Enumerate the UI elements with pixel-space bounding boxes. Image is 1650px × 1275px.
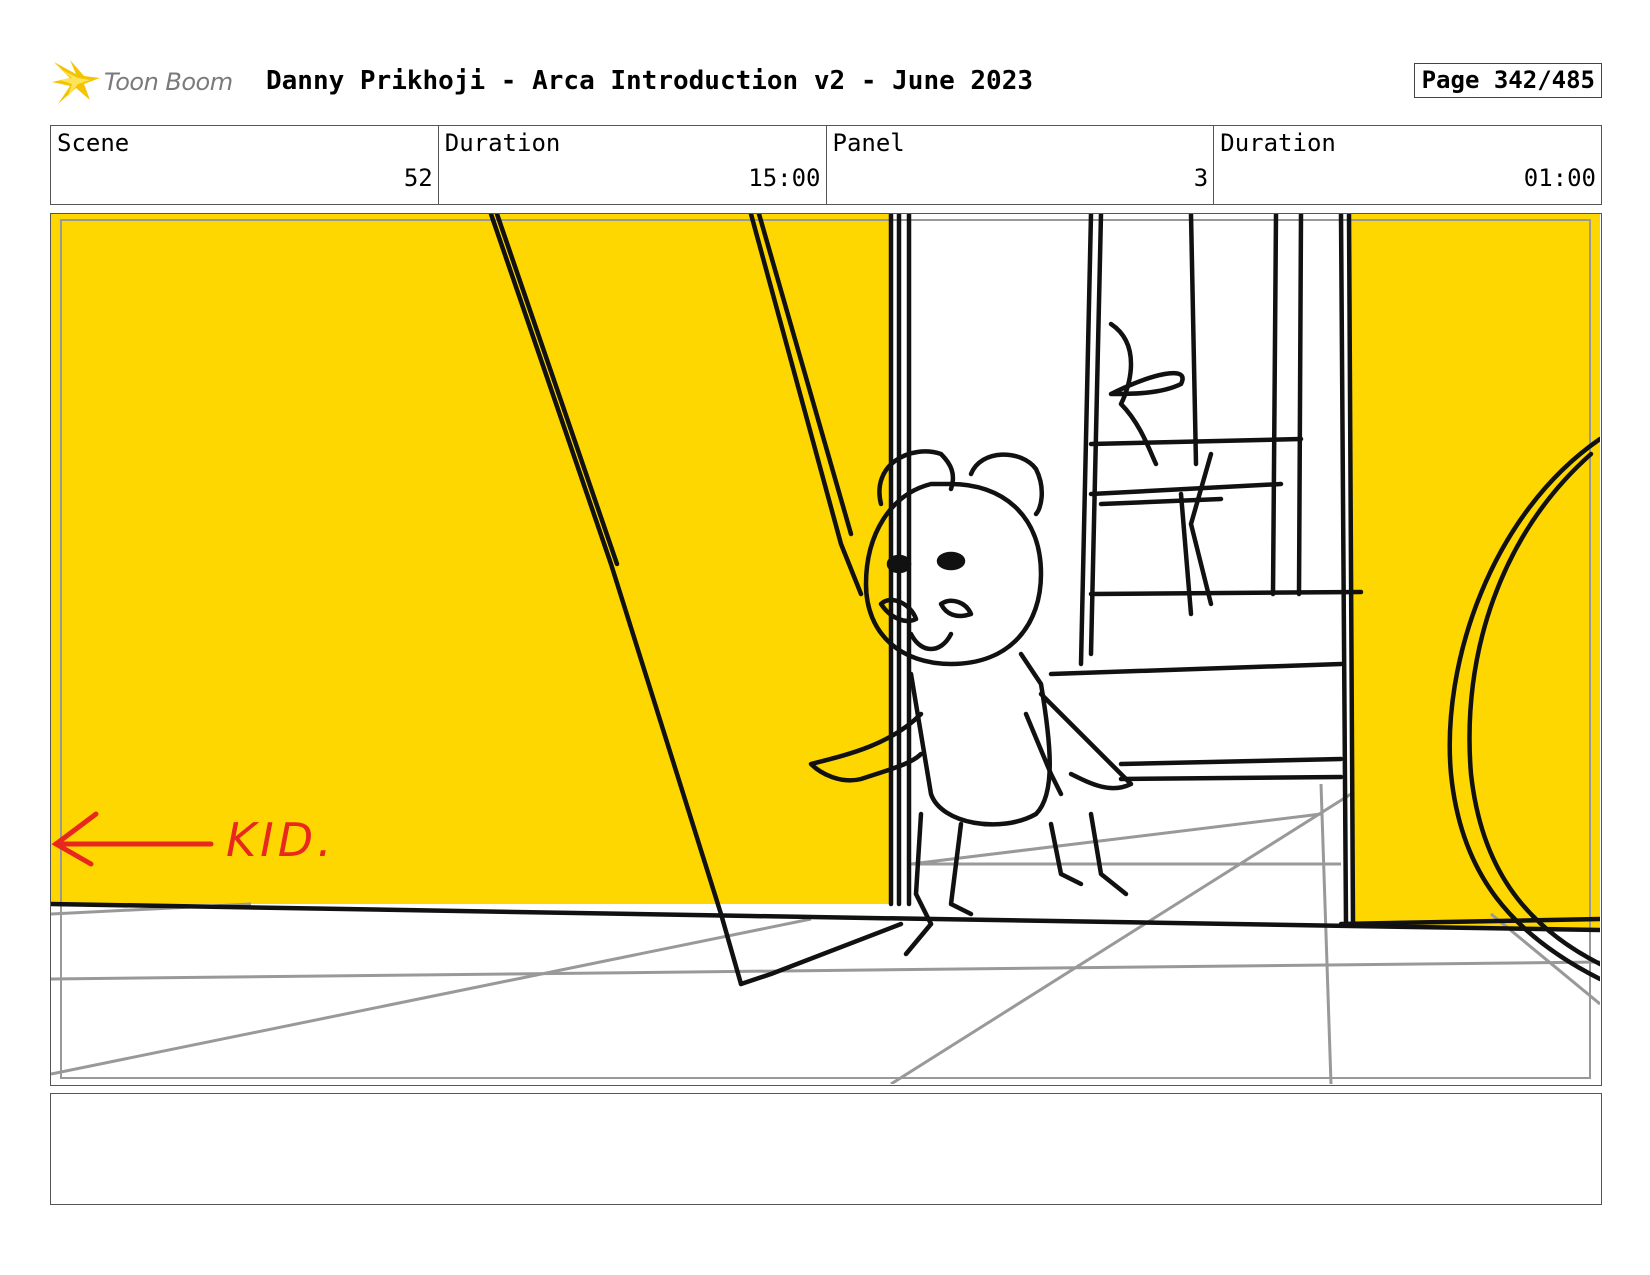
scene-info-table: Scene 52 Duration 15:00 Panel 3 Duration…: [50, 125, 1602, 205]
scene-duration-label: Duration: [444, 129, 561, 157]
logo-wordmark: Toon Boom: [104, 68, 233, 96]
page-number: Page 342/485: [1413, 63, 1602, 98]
storyboard-panel: KID.: [50, 213, 1602, 1086]
panel-cell: Panel 3: [827, 126, 1215, 204]
panel-duration-cell: Duration 01:00: [1214, 126, 1601, 204]
storyboard-sketch: KID.: [51, 214, 1600, 1084]
panel-label: Panel: [832, 129, 905, 157]
scene-duration-value: 15:00: [748, 164, 821, 192]
annotation-text: KID.: [226, 813, 336, 867]
scene-value: 52: [403, 164, 433, 192]
yellow-wall-right: [1351, 214, 1600, 929]
yellow-wall-left: [51, 214, 891, 904]
toon-boom-burst-icon: [52, 60, 100, 104]
scene-label: Scene: [57, 129, 130, 157]
panel-duration-label: Duration: [1220, 129, 1336, 157]
scene-cell: Scene 52: [51, 126, 439, 204]
panel-duration-value: 01:00: [1523, 164, 1596, 192]
toon-boom-logo: Toon Boom: [50, 56, 233, 108]
document-title: Danny Prikhoji - Arca Introduction v2 - …: [266, 66, 1034, 96]
page-header: Toon Boom Danny Prikhoji - Arca Introduc…: [50, 56, 1602, 108]
panel-value: 3: [1193, 164, 1209, 192]
notes-box: [50, 1093, 1602, 1205]
scene-duration-cell: Duration 15:00: [439, 126, 827, 204]
